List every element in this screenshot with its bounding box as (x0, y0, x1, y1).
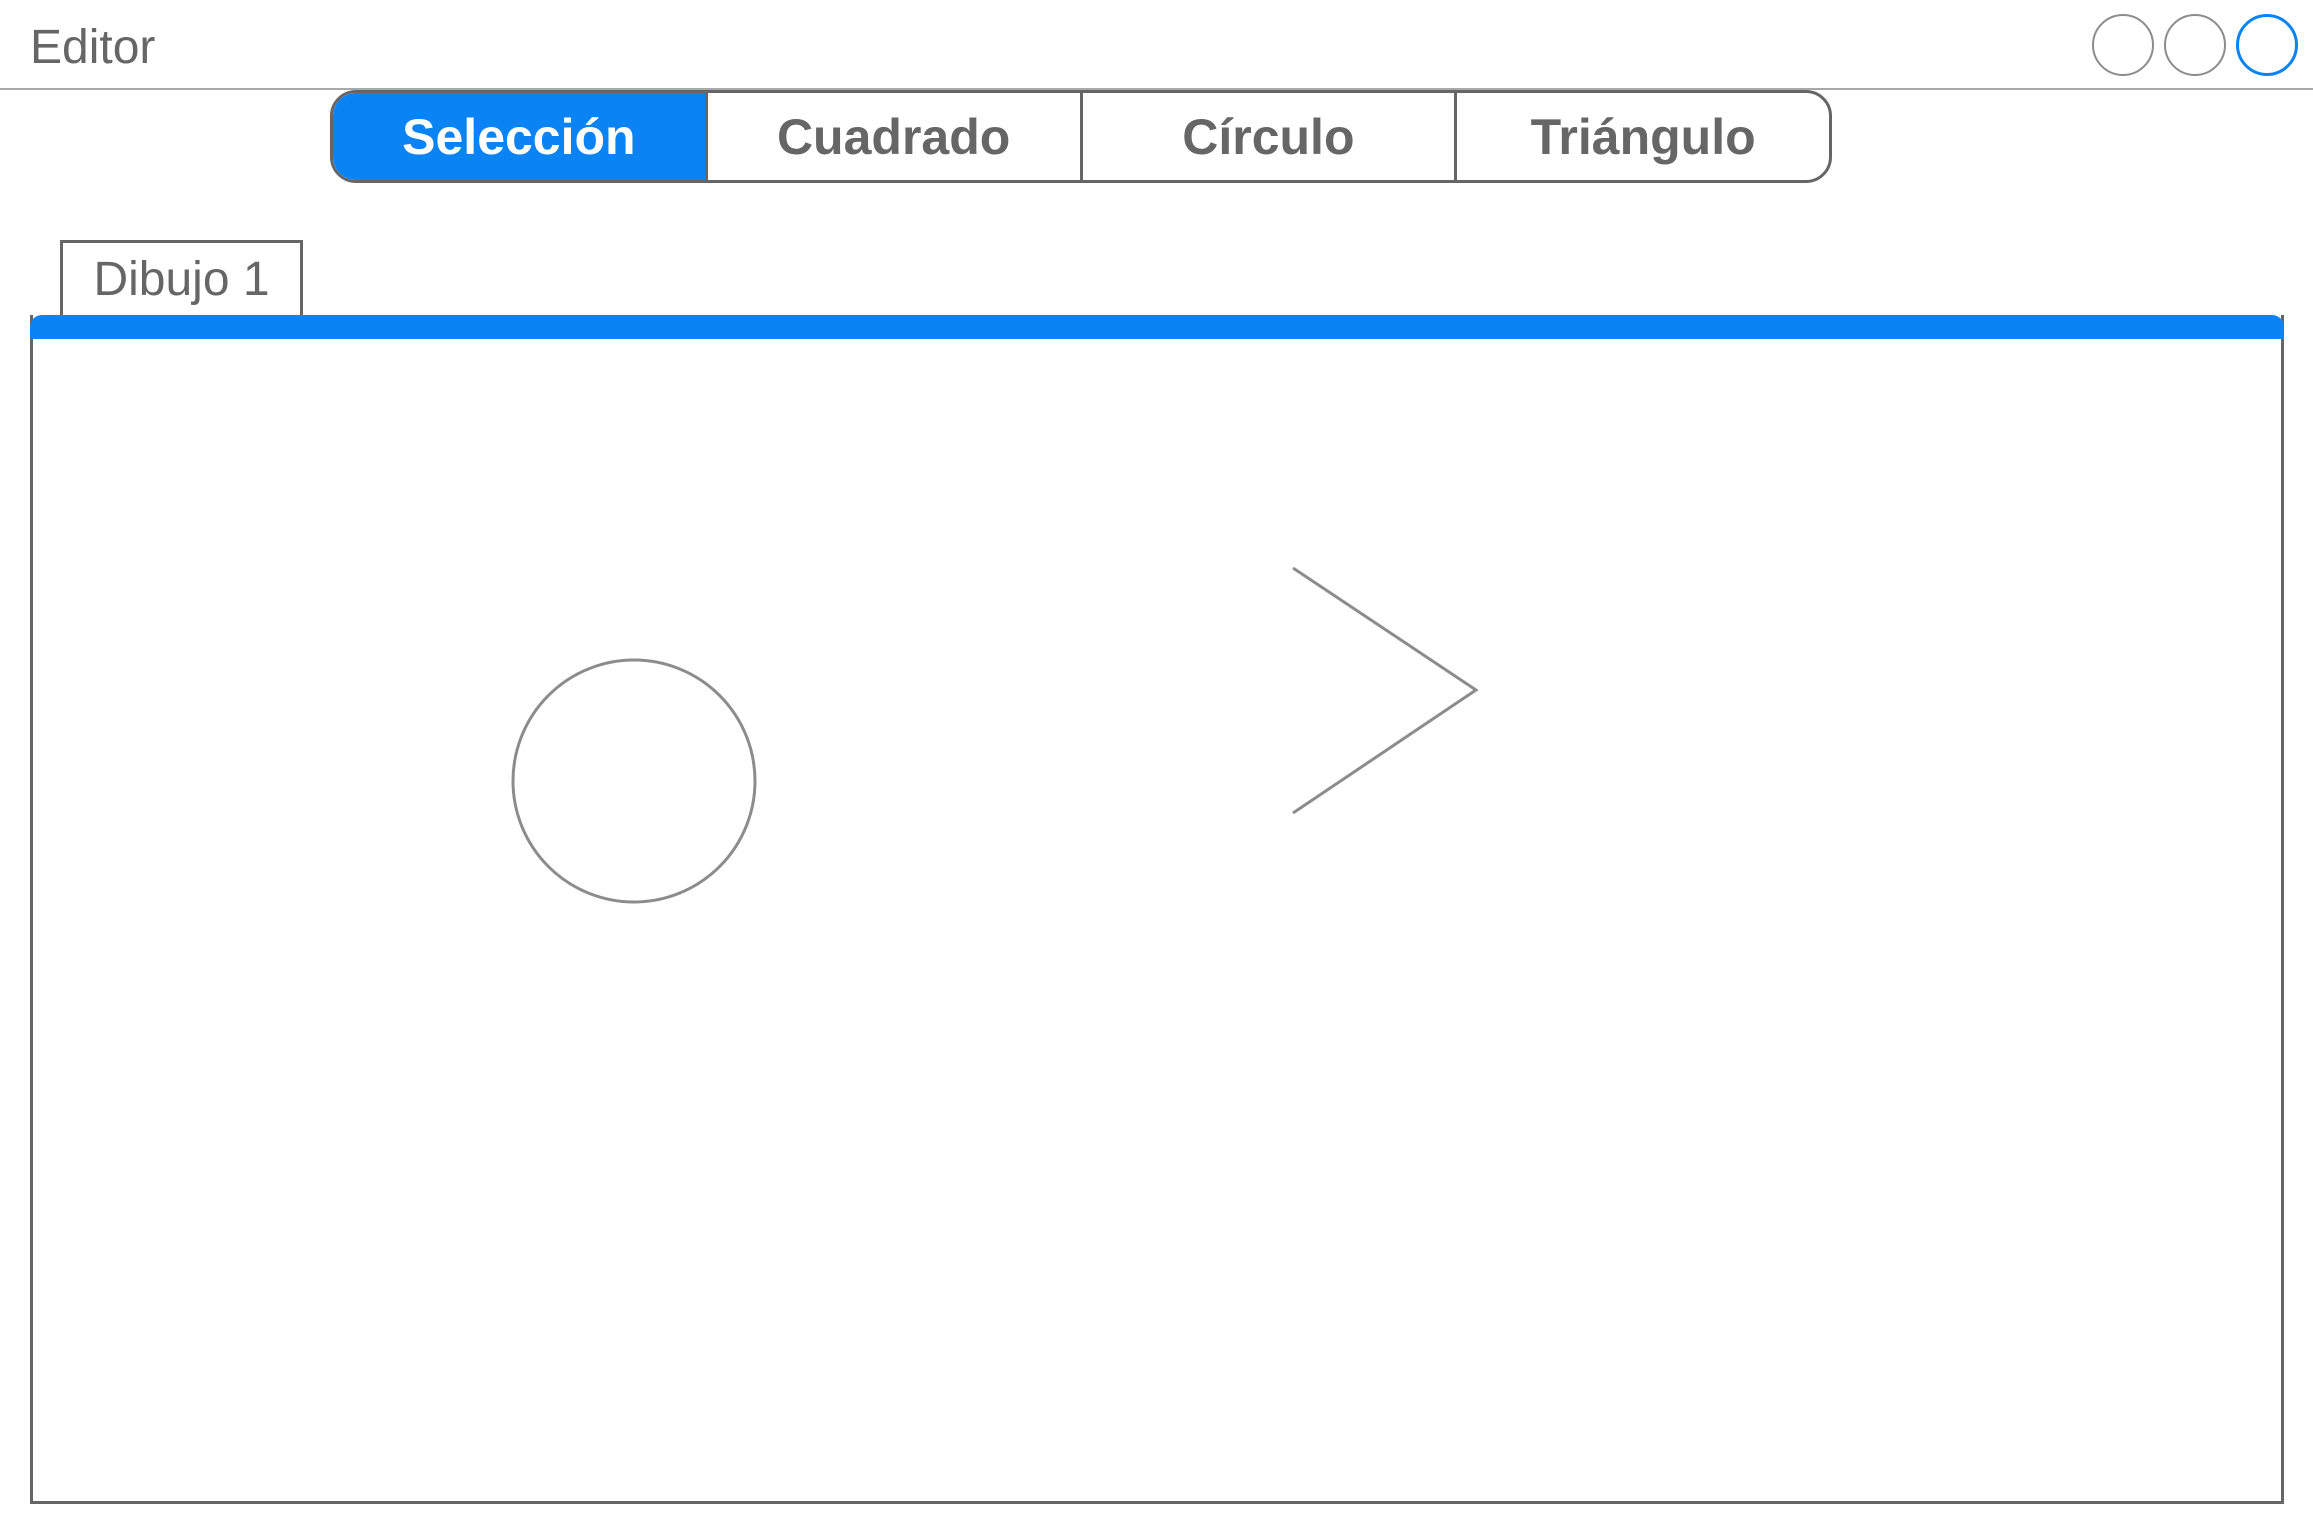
title-bar: Editor (0, 0, 2313, 90)
window-controls (2092, 14, 2298, 76)
chevron-shape[interactable] (1292, 566, 1479, 815)
tool-circulo-button[interactable]: Círculo (1079, 93, 1455, 180)
canvas-header-bar (30, 315, 2284, 339)
tool-triangulo-button[interactable]: Triángulo (1454, 93, 1829, 180)
circle-shape[interactable] (511, 658, 757, 904)
tool-seleccion-button[interactable]: Selección (333, 93, 705, 180)
close-icon[interactable] (2236, 14, 2298, 76)
minimize-icon[interactable] (2092, 14, 2154, 76)
canvas-shapes (511, 566, 1479, 904)
tool-selector: Selección Cuadrado Círculo Triángulo (330, 90, 1832, 183)
document-tab[interactable]: Dibujo 1 (60, 240, 303, 316)
window-title: Editor (30, 21, 156, 74)
drawing-canvas[interactable] (30, 315, 2284, 1504)
maximize-icon[interactable] (2164, 14, 2226, 76)
tool-cuadrado-button[interactable]: Cuadrado (704, 93, 1080, 180)
